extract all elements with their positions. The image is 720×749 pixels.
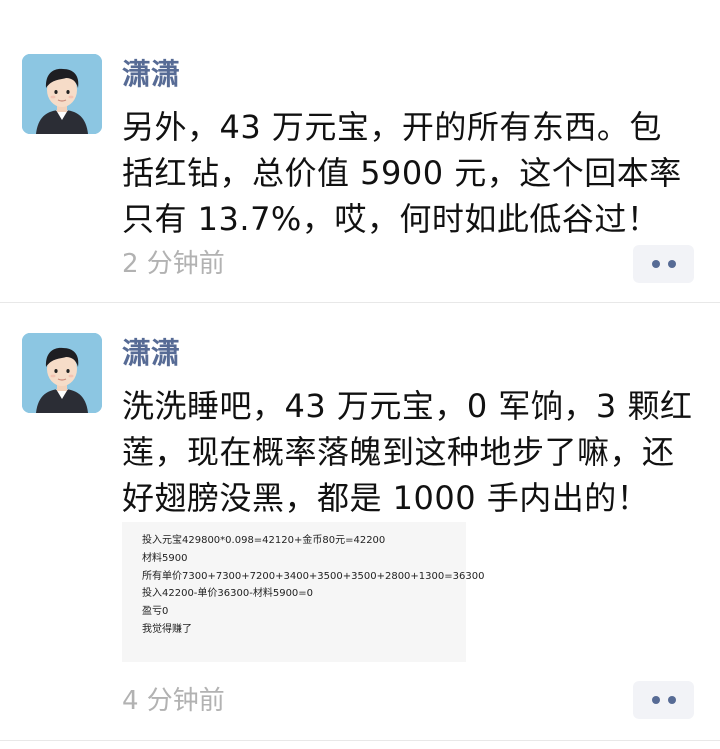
attached-image-text-line: 投入元宝429800*0.098=42120+金币80元=42200 [142, 535, 386, 546]
attached-image-text-line: 所有单价7300+7300+7200+3400+3500+3500+2800+1… [142, 570, 485, 582]
post-divider [0, 740, 720, 741]
attached-image-text-line: 我觉得赚了 [142, 623, 192, 635]
post-content-line: 括红钻，总价值 5900 元，这个回本率 [122, 154, 682, 192]
author-name[interactable]: 潇潇 [122, 335, 180, 371]
avatar-man-icon [22, 333, 102, 413]
post-content: 另外，43 万元宝，开的所有东西。包 括红钻，总价值 5900 元，这个回本率 … [122, 104, 702, 242]
more-dots-icon [667, 260, 676, 268]
avatar-man-icon [22, 54, 102, 134]
moments-feed: 潇潇 另外，43 万元宝，开的所有东西。包 括红钻，总价值 5900 元，这个回… [0, 0, 720, 749]
post-content: 洗洗睡吧，43 万元宝，0 军饷，3 颗红 莲，现在概率落魄到这种地步了嘛，还 … [122, 383, 702, 521]
attached-image[interactable]: 投入元宝429800*0.098=42120+金币80元=42200 材料590… [122, 522, 485, 662]
moment-post: 潇潇 洗洗睡吧，43 万元宝，0 军饷，3 颗红 莲，现在概率落魄到这种地步了嘛… [0, 303, 720, 740]
post-content-line: 另外，43 万元宝，开的所有东西。包 [122, 108, 662, 146]
more-button[interactable] [633, 245, 694, 283]
moment-post: 潇潇 另外，43 万元宝，开的所有东西。包 括红钻，总价值 5900 元，这个回… [0, 0, 720, 302]
post-content-line: 洗洗睡吧，43 万元宝，0 军饷，3 颗红 [122, 387, 693, 425]
avatar[interactable] [22, 54, 102, 134]
more-button[interactable] [633, 681, 694, 719]
more-dots-icon [667, 696, 676, 704]
more-dots-icon [651, 696, 660, 704]
post-content-line: 好翅膀没黑，都是 1000 手内出的！ [122, 479, 650, 517]
post-time: 2 分钟前 [122, 249, 225, 279]
post-time: 4 分钟前 [122, 686, 225, 716]
more-dots-icon [651, 260, 660, 268]
post-content-line: 莲，现在概率落魄到这种地步了嘛，还 [122, 433, 675, 471]
attached-image-text-line: 材料5900 [142, 552, 188, 564]
author-name[interactable]: 潇潇 [122, 56, 180, 92]
attached-image-text-line: 盈亏0 [142, 606, 169, 618]
attached-image-text-line: 投入42200-单价36300-材料5900=0 [142, 588, 314, 600]
post-content-line: 只有 13.7%，哎，何时如此低谷过！ [122, 200, 660, 238]
avatar[interactable] [22, 333, 102, 413]
